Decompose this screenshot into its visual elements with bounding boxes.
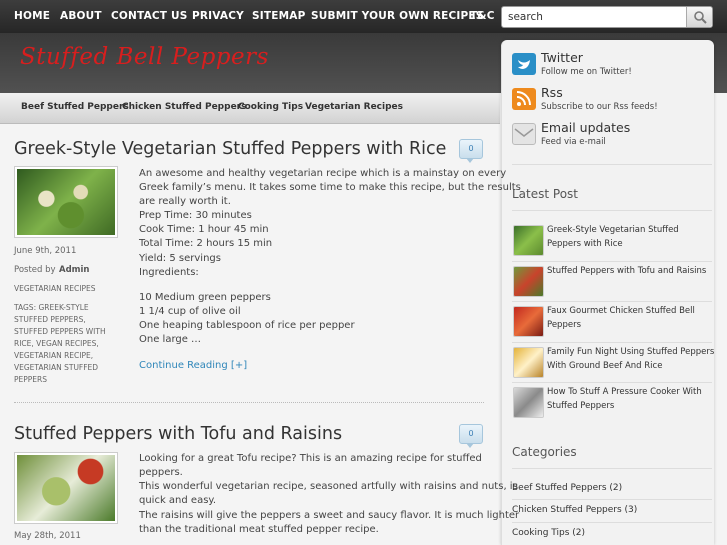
post-thumbnail: [513, 387, 544, 418]
excerpt-line: One large …: [139, 334, 202, 345]
divider: [512, 499, 712, 500]
posted-by-label: Posted by: [14, 265, 56, 275]
excerpt-line: Ingredients:: [139, 267, 199, 278]
excerpt-line: One heaping tablespoon of rice per peppe…: [139, 320, 355, 331]
post-thumbnail: [513, 306, 544, 337]
search-button[interactable]: [686, 7, 712, 27]
nav-submit-recipes[interactable]: SUBMIT YOUR OWN RECIPES: [311, 10, 484, 22]
latest-post-item[interactable]: How To Stuff A Pressure Cooker With Stuf…: [512, 385, 712, 421]
excerpt-line: 1 1/4 cup of olive oil: [139, 306, 241, 317]
latest-post-title: Greek-Style Vegetarian Stuffed Peppers w…: [547, 225, 679, 249]
excerpt-line: are really worth it.: [139, 196, 231, 207]
post-title[interactable]: Greek-Style Vegetarian Stuffed Peppers w…: [14, 139, 446, 159]
latest-post-item[interactable]: Greek-Style Vegetarian Stuffed Peppers w…: [512, 223, 712, 259]
excerpt-line: 10 Medium green peppers: [139, 292, 271, 303]
nav-sitemap[interactable]: SITEMAP: [252, 10, 305, 22]
excerpt-line: Cook Time: 1 hour 45 min: [139, 224, 269, 235]
divider: [512, 261, 712, 262]
post-divider: [14, 402, 484, 403]
stuffed-peppers-photo: [17, 169, 115, 235]
divider: [512, 210, 712, 211]
nav-privacy[interactable]: PRIVACY: [192, 10, 244, 22]
excerpt-line: quick and easy.: [139, 495, 217, 506]
post-date: May 28th, 2011: [14, 531, 81, 541]
latest-post-item[interactable]: Family Fun Night Using Stuffed Peppers W…: [512, 345, 715, 381]
email-desc: Feed via e-mail: [541, 137, 606, 147]
search-placeholder: search: [508, 11, 543, 23]
continue-reading-link[interactable]: Continue Reading [+]: [139, 360, 247, 371]
nav-terms[interactable]: T&C: [470, 10, 495, 22]
categories-heading: Categories: [512, 445, 577, 459]
subnav-vegetarian[interactable]: Vegetarian Recipes: [305, 102, 403, 112]
latest-post-title: How To Stuff A Pressure Cooker With Stuf…: [547, 387, 702, 411]
nav-about[interactable]: ABOUT: [60, 10, 102, 22]
excerpt-line: The raisins will give the peppers a swee…: [139, 510, 520, 521]
top-navigation: HOME ABOUT CONTACT US PRIVACY SITEMAP SU…: [0, 0, 727, 33]
post-thumbnail: [513, 225, 544, 256]
excerpt-line: This wonderful vegetarian recipe, season…: [139, 481, 518, 492]
post-category[interactable]: VEGETARIAN RECIPES: [14, 284, 96, 293]
latest-post-item[interactable]: Faux Gourmet Chicken Stuffed Bell Pepper…: [512, 304, 712, 340]
comment-count-badge[interactable]: 0: [459, 139, 483, 163]
excerpt-line: peppers.: [139, 467, 183, 478]
divider: [512, 301, 712, 302]
latest-post-title: Family Fun Night Using Stuffed Peppers W…: [547, 347, 715, 371]
excerpt-line: An awesome and healthy vegetarian recipe…: [139, 168, 507, 179]
divider: [512, 342, 712, 343]
post-title[interactable]: Stuffed Peppers with Tofu and Raisins: [14, 424, 342, 444]
twitter-title: Twitter: [541, 50, 583, 65]
nav-contact-us[interactable]: CONTACT US: [111, 10, 188, 22]
comment-count-badge[interactable]: 0: [459, 424, 483, 448]
divider: [512, 522, 712, 523]
site-logo[interactable]: Stuffed Bell Peppers: [20, 44, 269, 70]
latest-post-heading: Latest Post: [512, 187, 579, 201]
post-date: June 9th, 2011: [14, 246, 77, 256]
twitter-icon: [512, 53, 536, 75]
excerpt-line: Total Time: 2 hours 15 min: [139, 238, 273, 249]
post-tags[interactable]: TAGS: GREEK-STYLE STUFFED PEPPERS, STUFF…: [14, 302, 120, 386]
search-input[interactable]: search: [501, 6, 713, 28]
excerpt-line: Prep Time: 30 minutes: [139, 210, 252, 221]
rss-desc: Subscribe to our Rss feeds!: [541, 102, 658, 112]
divider: [512, 382, 712, 383]
post-thumbnail[interactable]: [14, 166, 118, 238]
latest-post-title: Faux Gourmet Chicken Stuffed Bell Pepper…: [547, 306, 695, 330]
email-icon: [512, 123, 536, 145]
post-thumbnail: [513, 266, 544, 297]
post-author[interactable]: Admin: [59, 265, 90, 275]
email-title: Email updates: [541, 120, 631, 135]
divider: [512, 164, 712, 165]
subnav-cooking-tips[interactable]: Cooking Tips: [238, 102, 303, 112]
category-navigation: Beef Stuffed Peppers Chicken Stuffed Pep…: [0, 93, 500, 124]
nav-home[interactable]: HOME: [14, 10, 50, 22]
post-thumbnail: [513, 347, 544, 378]
search-icon: [694, 11, 707, 24]
category-link-beef[interactable]: Beef Stuffed Peppers (2): [512, 483, 622, 493]
subnav-beef[interactable]: Beef Stuffed Peppers: [21, 102, 129, 112]
subnav-chicken[interactable]: Chicken Stuffed Peppers: [122, 102, 246, 112]
category-link-cooking-tips[interactable]: Cooking Tips (2): [512, 528, 585, 538]
tofu-peppers-photo: [17, 455, 115, 521]
rss-title: Rss: [541, 85, 563, 100]
excerpt-line: than the traditional meat stuffed pepper…: [139, 524, 379, 535]
divider: [512, 468, 712, 469]
latest-post-title: Stuffed Peppers with Tofu and Raisins: [547, 266, 707, 276]
category-link-chicken[interactable]: Chicken Stuffed Peppers (3): [512, 505, 637, 515]
twitter-desc: Follow me on Twitter!: [541, 67, 632, 77]
excerpt-line: Yield: 5 servings: [139, 253, 221, 264]
excerpt-line: Looking for a great Tofu recipe? This is…: [139, 453, 482, 464]
rss-icon: [512, 88, 536, 110]
excerpt-line: Greek family’s menu. It takes some time …: [139, 182, 521, 193]
latest-post-item[interactable]: Stuffed Peppers with Tofu and Raisins: [512, 264, 712, 300]
sidebar: Twitter Follow me on Twitter! Rss Subscr…: [501, 40, 714, 545]
post-thumbnail[interactable]: [14, 452, 118, 524]
